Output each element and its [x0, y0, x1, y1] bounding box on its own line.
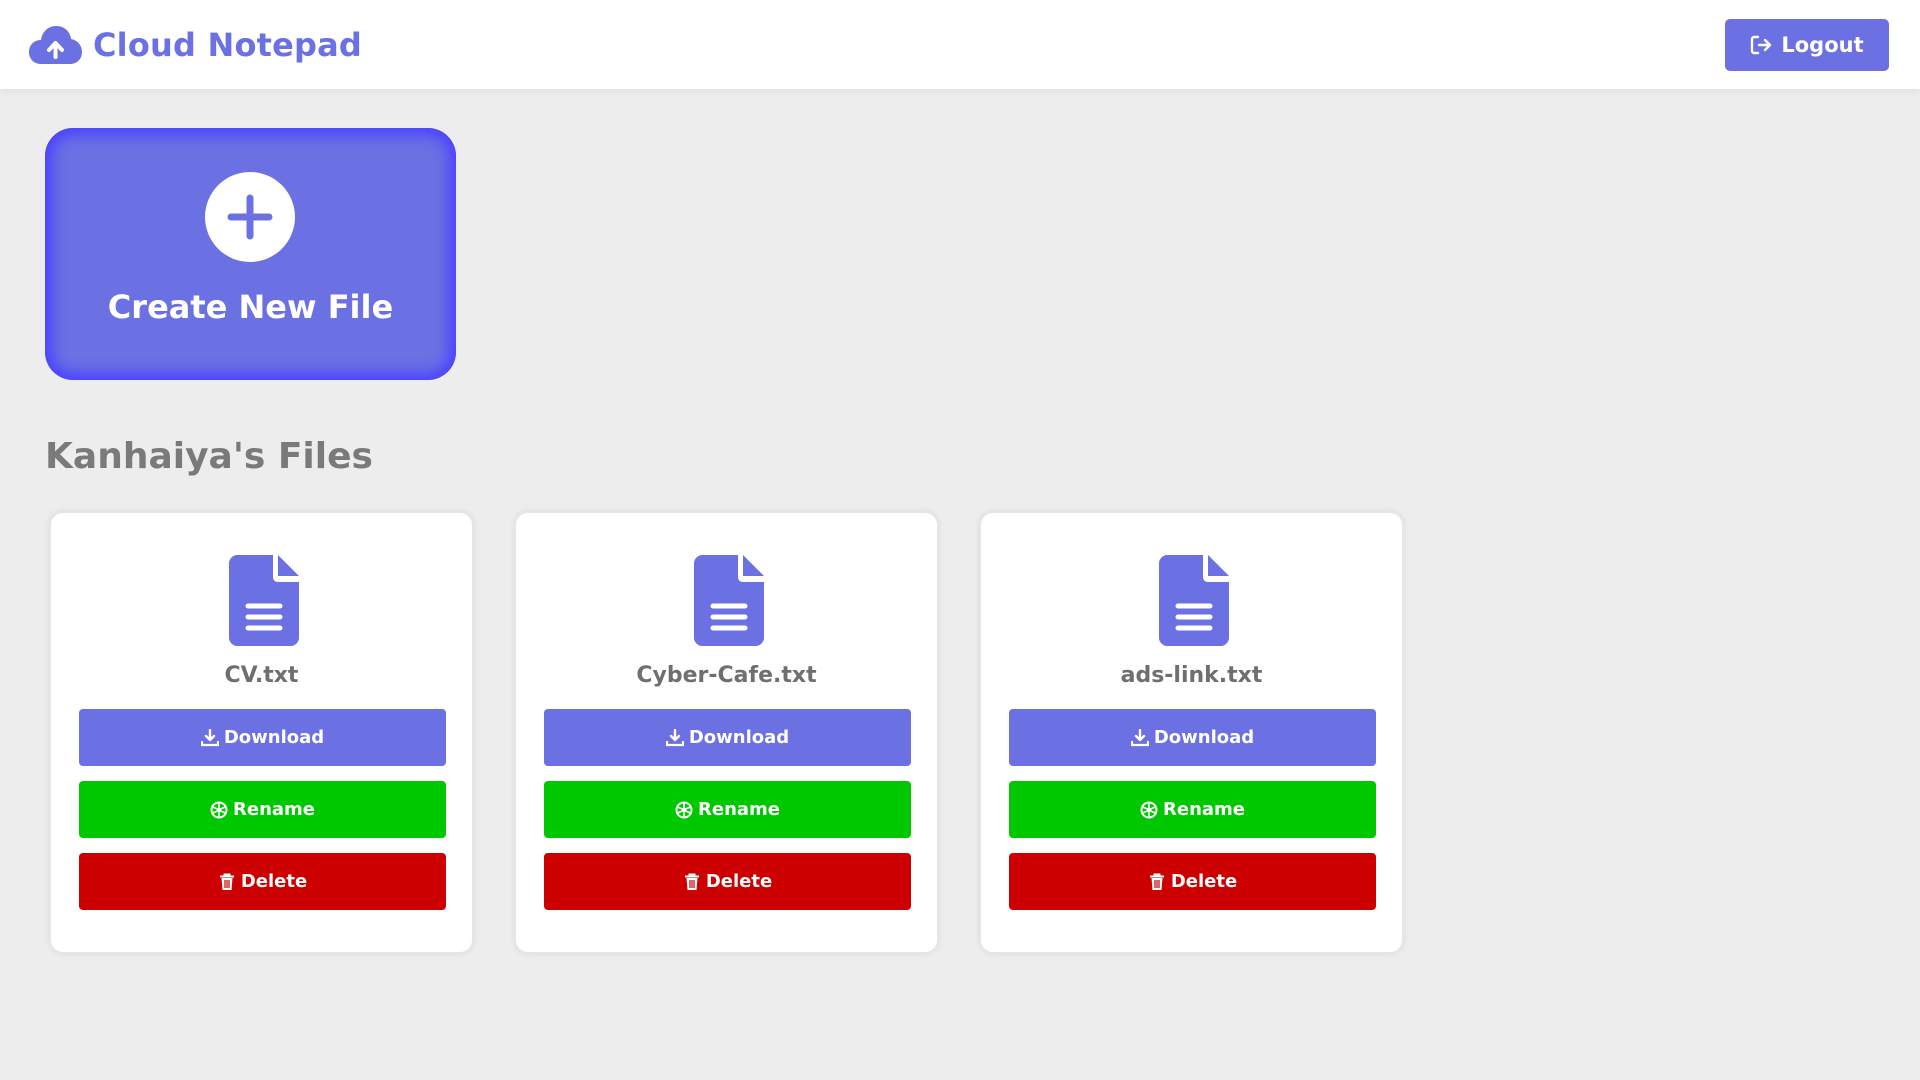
delete-button[interactable]: Delete [1009, 853, 1376, 910]
download-button[interactable]: Download [1009, 709, 1376, 766]
delete-button[interactable]: Delete [544, 853, 911, 910]
create-new-file-label: Create New File [107, 288, 394, 326]
rename-label: Rename [233, 799, 315, 820]
delete-label: Delete [705, 871, 773, 892]
file-card: CV.txt Download Rename Delete [49, 511, 474, 954]
delete-label: Delete [1170, 871, 1238, 892]
rename-icon [1140, 801, 1158, 818]
trash-icon [1149, 873, 1164, 890]
file-text-icon [1159, 555, 1229, 646]
brand-logo-link[interactable]: Cloud Notepad [29, 24, 362, 66]
download-icon [200, 728, 219, 746]
file-name: ads-link.txt [1120, 663, 1263, 688]
sign-out-icon [1751, 35, 1772, 55]
plus-circle-icon [205, 172, 295, 262]
file-name: Cyber-Cafe.txt [636, 663, 817, 688]
rename-icon [210, 801, 228, 818]
file-card: ads-link.txt Download Rename Delete [979, 511, 1404, 954]
file-card: Cyber-Cafe.txt Download Rename Delete [514, 511, 939, 954]
create-new-file-card[interactable]: Create New File [45, 128, 456, 380]
download-button[interactable]: Download [544, 709, 911, 766]
download-label: Download [223, 727, 325, 748]
download-icon [1130, 728, 1149, 746]
file-text-icon [229, 555, 299, 646]
file-text-icon [694, 555, 764, 646]
file-name: CV.txt [224, 663, 299, 688]
download-icon [665, 728, 684, 746]
logout-label: Logout [1781, 33, 1864, 57]
app-title: Cloud Notepad [93, 26, 363, 64]
files-section-title: Kanhaiya's Files [45, 436, 373, 477]
download-button[interactable]: Download [79, 709, 446, 766]
rename-label: Rename [698, 799, 780, 820]
rename-label: Rename [1163, 799, 1245, 820]
download-label: Download [688, 727, 790, 748]
delete-button[interactable]: Delete [79, 853, 446, 910]
logout-button[interactable]: Logout [1725, 19, 1889, 71]
cloud-upload-icon [29, 26, 82, 64]
rename-icon [675, 801, 693, 818]
trash-icon [684, 873, 699, 890]
rename-button[interactable]: Rename [1009, 781, 1376, 838]
trash-icon [219, 873, 234, 890]
delete-label: Delete [240, 871, 308, 892]
rename-button[interactable]: Rename [544, 781, 911, 838]
rename-button[interactable]: Rename [79, 781, 446, 838]
navbar: Cloud Notepad Logout [0, 0, 1920, 89]
download-label: Download [1153, 727, 1255, 748]
